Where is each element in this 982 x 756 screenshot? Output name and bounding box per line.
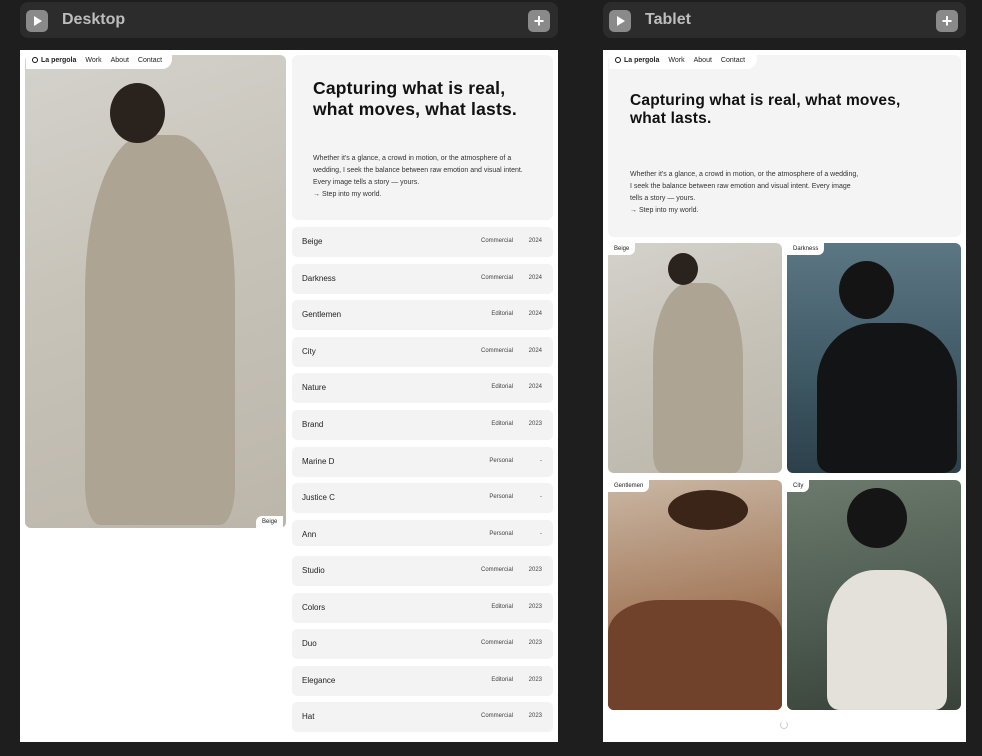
hero-section: Capturing what is real, what moves, what… — [292, 55, 553, 220]
plus-icon: + — [941, 11, 953, 31]
hair-shape — [668, 253, 698, 285]
tablet-nav: La pergola Work About Contact — [609, 54, 758, 69]
grid-tag-city: City — [787, 480, 810, 492]
project-row[interactable]: Justice C Personal - — [292, 483, 553, 513]
project-row[interactable]: Brand Editorial 2023 — [292, 410, 553, 440]
logo-icon — [615, 57, 621, 64]
coat-shape — [653, 283, 743, 473]
grid-photo-gentlemen[interactable] — [608, 480, 782, 710]
project-row[interactable]: Duo Commercial 2023 — [292, 629, 553, 659]
hair-shape — [847, 488, 907, 548]
site-logo[interactable]: La pergola — [32, 57, 76, 64]
nav-contact[interactable]: Contact — [138, 57, 162, 64]
project-row[interactable]: Darkness Commercial 2024 — [292, 264, 553, 294]
hair-shape — [839, 261, 894, 319]
hero-description: Whether it's a glance, a crowd in motion… — [313, 155, 523, 198]
grid-photo-beige[interactable] — [608, 243, 782, 473]
tablet-hero-description: Whether it's a glance, a crowd in motion… — [630, 171, 859, 214]
project-row[interactable]: Hat Commercial 2023 — [292, 702, 553, 732]
grid-tag-beige: Beige — [608, 243, 636, 255]
project-row[interactable]: Beige Commercial 2024 — [292, 227, 553, 257]
spinner-icon — [780, 721, 788, 729]
project-row[interactable]: Studio Commercial 2023 — [292, 556, 553, 586]
hair-shape — [110, 83, 165, 143]
project-row[interactable]: Elegance Editorial 2023 — [292, 666, 553, 696]
tablet-site-logo[interactable]: La pergola — [615, 57, 659, 64]
project-row[interactable]: Colors Editorial 2023 — [292, 593, 553, 623]
desktop-play-button[interactable] — [26, 10, 48, 32]
tablet-hero-section: Capturing what is real, what moves, what… — [608, 55, 961, 237]
featured-tag: Beige — [256, 516, 284, 528]
tablet-add-button[interactable]: + — [936, 10, 958, 32]
nav-about[interactable]: About — [111, 57, 129, 64]
project-row[interactable]: Ann Personal - — [292, 520, 553, 546]
tablet-play-button[interactable] — [609, 10, 631, 32]
coat-shape — [608, 600, 782, 710]
hero-title: Capturing what is real, what moves, what… — [313, 78, 517, 119]
play-icon — [617, 16, 625, 26]
nav-work[interactable]: Work — [85, 57, 101, 64]
hair-shape — [668, 490, 748, 530]
tablet-panel-title: Tablet — [645, 11, 691, 28]
play-icon — [34, 16, 42, 26]
project-row[interactable]: Gentlemen Editorial 2024 — [292, 300, 553, 330]
tablet-hero-title: Capturing what is real, what moves, what… — [630, 92, 901, 127]
coat-shape — [817, 323, 957, 473]
project-row[interactable]: Nature Editorial 2024 — [292, 373, 553, 403]
tablet-panel-header: Tablet + — [603, 2, 966, 38]
project-row[interactable]: Marine D Personal - — [292, 447, 553, 477]
coat-shape — [85, 135, 235, 525]
logo-icon — [32, 57, 38, 64]
desktop-nav: La pergola Work About Contact — [26, 54, 173, 69]
tablet-nav-contact[interactable]: Contact — [721, 57, 745, 64]
grid-photo-darkness[interactable] — [787, 243, 961, 473]
grid-tag-darkness: Darkness — [787, 243, 825, 255]
featured-photo[interactable] — [25, 55, 286, 528]
tablet-hero-cta[interactable]: → Step into my world. — [630, 207, 698, 214]
coat-shape — [827, 570, 947, 710]
desktop-panel-header: Desktop + — [20, 2, 558, 38]
desktop-panel-title: Desktop — [62, 11, 126, 28]
hero-cta[interactable]: → Step into my world. — [313, 191, 381, 198]
desktop-add-button[interactable]: + — [528, 10, 550, 32]
tablet-nav-work[interactable]: Work — [668, 57, 684, 64]
plus-icon: + — [533, 11, 545, 31]
tablet-frame: Capturing what is real, what moves, what… — [603, 50, 966, 742]
project-row[interactable]: City Commercial 2024 — [292, 337, 553, 367]
grid-tag-gentlemen: Gentlemen — [608, 480, 650, 492]
grid-photo-city[interactable] — [787, 480, 961, 710]
tablet-nav-about[interactable]: About — [694, 57, 712, 64]
